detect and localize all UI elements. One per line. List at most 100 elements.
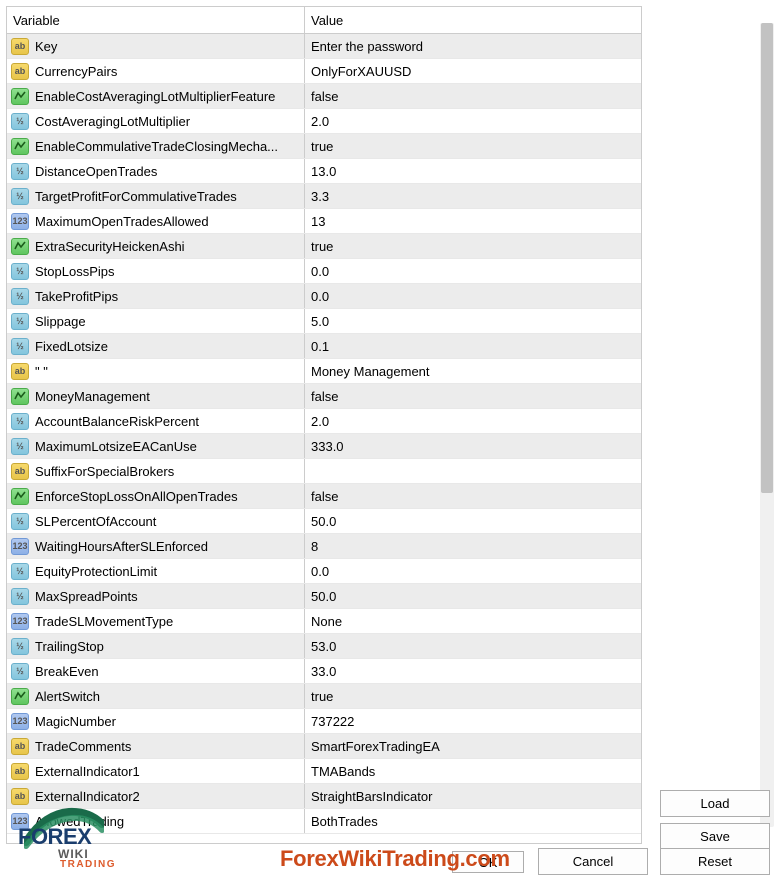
- value-cell[interactable]: TMABands: [305, 759, 641, 783]
- table-row[interactable]: abTradeCommentsSmartForexTradingEA: [7, 734, 641, 759]
- table-row[interactable]: ½Slippage5.0: [7, 309, 641, 334]
- value-cell[interactable]: 0.0: [305, 559, 641, 583]
- table-row[interactable]: abSuffixForSpecialBrokers: [7, 459, 641, 484]
- scrollbar-thumb[interactable]: [761, 23, 773, 493]
- table-row[interactable]: ½TargetProfitForCommulativeTrades3.3: [7, 184, 641, 209]
- table-row[interactable]: ab" "Money Management: [7, 359, 641, 384]
- value-cell[interactable]: StraightBarsIndicator: [305, 784, 641, 808]
- table-row[interactable]: AlertSwitchtrue: [7, 684, 641, 709]
- value-cell[interactable]: 3.3: [305, 184, 641, 208]
- table-row[interactable]: 123MagicNumber737222: [7, 709, 641, 734]
- table-row[interactable]: ½TakeProfitPips0.0: [7, 284, 641, 309]
- value-cell[interactable]: 13.0: [305, 159, 641, 183]
- table-row[interactable]: abKeyEnter the password: [7, 34, 641, 59]
- table-row[interactable]: EnforceStopLossOnAllOpenTrades false: [7, 484, 641, 509]
- ok-button[interactable]: OK: [452, 851, 524, 873]
- logo-swoosh-icon: [24, 806, 104, 850]
- table-row[interactable]: ½FixedLotsize0.1: [7, 334, 641, 359]
- value-cell[interactable]: 50.0: [305, 509, 641, 533]
- value-cell[interactable]: Money Management: [305, 359, 641, 383]
- value-cell[interactable]: SmartForexTradingEA: [305, 734, 641, 758]
- value-cell[interactable]: 0.1: [305, 334, 641, 358]
- value-cell[interactable]: true: [305, 234, 641, 258]
- variable-name: EnforceStopLossOnAllOpenTrades: [35, 489, 238, 504]
- column-header-variable[interactable]: Variable: [7, 7, 305, 33]
- table-row[interactable]: EnableCommulativeTradeClosingMecha...tru…: [7, 134, 641, 159]
- table-row[interactable]: MoneyManagementfalse: [7, 384, 641, 409]
- vertical-scrollbar[interactable]: [760, 6, 774, 844]
- table-row[interactable]: 123TradeSLMovementTypeNone: [7, 609, 641, 634]
- table-row[interactable]: ½AccountBalanceRiskPercent2.0: [7, 409, 641, 434]
- value-cell[interactable]: 2.0: [305, 109, 641, 133]
- variable-cell: ½TrailingStop: [7, 634, 305, 658]
- value-cell[interactable]: 8: [305, 534, 641, 558]
- value-cell[interactable]: 5.0: [305, 309, 641, 333]
- value-cell[interactable]: Enter the password: [305, 34, 641, 58]
- table-row[interactable]: ½SLPercentOfAccount50.0: [7, 509, 641, 534]
- value-cell[interactable]: false: [305, 484, 641, 508]
- variable-name: EquityProtectionLimit: [35, 564, 157, 579]
- int-type-icon: 123: [11, 213, 29, 230]
- dbl-type-icon: ½: [11, 663, 29, 680]
- cancel-button[interactable]: Cancel: [538, 848, 648, 875]
- variable-name: BreakEven: [35, 664, 99, 679]
- table-row[interactable]: 123MaximumOpenTradesAllowed13: [7, 209, 641, 234]
- dbl-type-icon: ½: [11, 263, 29, 280]
- table-row[interactable]: ½MaximumLotsizeEACanUse333.0: [7, 434, 641, 459]
- variable-name: Key: [35, 39, 57, 54]
- value-cell[interactable]: [305, 459, 641, 483]
- table-row[interactable]: ExtraSecurityHeickenAshitrue: [7, 234, 641, 259]
- reset-button[interactable]: Reset: [660, 848, 770, 875]
- table-row[interactable]: ½ StopLossPips 0.0: [7, 259, 641, 284]
- value-cell[interactable]: 0.0: [305, 284, 641, 308]
- table-row[interactable]: 123 WaitingHoursAfterSLEnforced 8: [7, 534, 641, 559]
- value-cell[interactable]: true: [305, 684, 641, 708]
- table-row[interactable]: ½CostAveragingLotMultiplier2.0: [7, 109, 641, 134]
- variable-name: WaitingHoursAfterSLEnforced: [35, 539, 208, 554]
- value-cell[interactable]: false: [305, 384, 641, 408]
- table-row[interactable]: ½ BreakEven 33.0: [7, 659, 641, 684]
- variable-name: StopLossPips: [35, 264, 115, 279]
- bool-type-icon: [11, 388, 29, 405]
- value-cell[interactable]: None: [305, 609, 641, 633]
- variable-name: TrailingStop: [35, 639, 104, 654]
- table-row[interactable]: EnableCostAveragingLotMultiplierFeaturef…: [7, 84, 641, 109]
- value-cell[interactable]: 333.0: [305, 434, 641, 458]
- variable-cell: ½AccountBalanceRiskPercent: [7, 409, 305, 433]
- bool-type-icon: [11, 238, 29, 255]
- variable-cell: AlertSwitch: [7, 684, 305, 708]
- table-row[interactable]: ½TrailingStop53.0: [7, 634, 641, 659]
- value-cell[interactable]: 0.0: [305, 259, 641, 283]
- variable-cell: ½EquityProtectionLimit: [7, 559, 305, 583]
- table-row[interactable]: abExternalIndicator1TMABands: [7, 759, 641, 784]
- variable-cell: ½SLPercentOfAccount: [7, 509, 305, 533]
- int-type-icon: 123: [11, 713, 29, 730]
- load-button[interactable]: Load: [660, 790, 770, 817]
- logo-text-trading: TRADING: [60, 860, 116, 870]
- value-cell[interactable]: BothTrades: [305, 809, 641, 833]
- variable-cell: ExtraSecurityHeickenAshi: [7, 234, 305, 258]
- value-cell[interactable]: 53.0: [305, 634, 641, 658]
- table-row[interactable]: ½MaxSpreadPoints50.0: [7, 584, 641, 609]
- int-type-icon: 123: [11, 538, 29, 555]
- value-cell[interactable]: false: [305, 84, 641, 108]
- value-cell[interactable]: 2.0: [305, 409, 641, 433]
- value-cell[interactable]: 737222: [305, 709, 641, 733]
- value-cell[interactable]: true: [305, 134, 641, 158]
- column-header-value[interactable]: Value: [305, 7, 641, 33]
- bool-type-icon: [11, 138, 29, 155]
- value-cell[interactable]: 33.0: [305, 659, 641, 683]
- value-cell[interactable]: 13: [305, 209, 641, 233]
- save-button[interactable]: Save: [660, 823, 770, 850]
- value-cell[interactable]: OnlyForXAUUSD: [305, 59, 641, 83]
- variable-cell: 123 WaitingHoursAfterSLEnforced: [7, 534, 305, 558]
- variable-cell: ½MaximumLotsizeEACanUse: [7, 434, 305, 458]
- value-cell[interactable]: 50.0: [305, 584, 641, 608]
- variable-name: CostAveragingLotMultiplier: [35, 114, 190, 129]
- table-row[interactable]: ½EquityProtectionLimit0.0: [7, 559, 641, 584]
- variable-name: FixedLotsize: [35, 339, 108, 354]
- table-row[interactable]: abCurrencyPairsOnlyForXAUUSD: [7, 59, 641, 84]
- dbl-type-icon: ½: [11, 163, 29, 180]
- variable-name: TradeSLMovementType: [35, 614, 173, 629]
- table-row[interactable]: ½DistanceOpenTrades13.0: [7, 159, 641, 184]
